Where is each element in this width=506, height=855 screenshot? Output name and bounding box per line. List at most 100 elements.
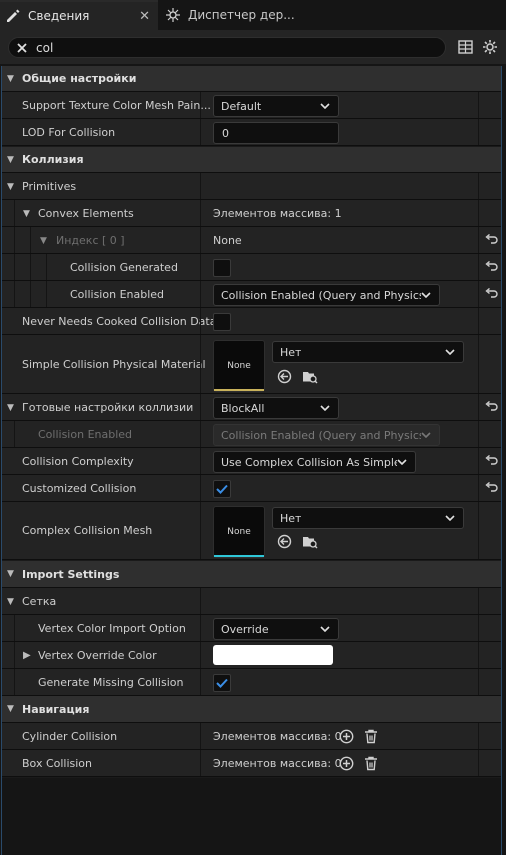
vertex-override-color-swatch[interactable] xyxy=(213,645,333,665)
category-navigation[interactable]: ▼ Навигация xyxy=(2,696,501,723)
chevron-right-icon: ▶ xyxy=(23,650,31,661)
property-label: Never Needs Cooked Collision Data xyxy=(22,314,217,328)
property-label: Индекс [ 0 ] xyxy=(56,233,125,247)
property-label: Customized Collision xyxy=(22,481,137,495)
trash-icon[interactable] xyxy=(363,755,379,771)
tab-outliner[interactable]: Диспетчер дер... xyxy=(160,0,310,30)
panel-empty-area xyxy=(1,778,502,855)
row-generate-missing-collision: Generate Missing Collision xyxy=(2,669,501,696)
property-label: Primitives xyxy=(22,179,77,193)
collision-enabled-dropdown[interactable]: Collision Enabled (Query and Physics) xyxy=(213,284,440,306)
property-label: Complex Collision Mesh xyxy=(22,524,153,537)
tab-details[interactable]: Сведения ✕ xyxy=(0,0,158,30)
reset-arrow-icon[interactable] xyxy=(484,287,498,301)
chevron-down-icon: ▼ xyxy=(7,154,14,165)
property-label: LOD For Collision xyxy=(22,125,116,139)
property-label: Generate Missing Collision xyxy=(38,675,184,689)
property-label: Convex Elements xyxy=(38,206,134,220)
array-count: Элементов массива: 1 xyxy=(213,206,342,220)
row-customized-collision: Customized Collision xyxy=(2,475,501,502)
category-collision[interactable]: ▼ Коллизия xyxy=(2,147,501,173)
collision-complexity-dropdown[interactable]: Use Complex Collision As Simple xyxy=(213,451,416,473)
tab-label: Диспетчер дер... xyxy=(188,8,295,22)
property-label: Cylinder Collision xyxy=(22,729,118,743)
chevron-down-icon xyxy=(421,290,431,300)
customized-collision-checkbox[interactable] xyxy=(213,480,231,498)
row-mesh[interactable]: ▼ Сетка xyxy=(2,588,501,615)
category-general[interactable]: ▼ Общие настройки xyxy=(2,66,501,92)
collision-preset-dropdown[interactable]: BlockAll xyxy=(213,397,339,419)
array-count: Элементов массива: 0 xyxy=(213,729,342,743)
add-element-icon[interactable] xyxy=(338,755,354,771)
chevron-down-icon: ▼ xyxy=(7,73,14,84)
reset-arrow-icon[interactable] xyxy=(484,481,498,495)
reset-arrow-icon[interactable] xyxy=(484,400,498,414)
never-cooked-checkbox[interactable] xyxy=(213,313,231,331)
index-value: None xyxy=(213,233,242,247)
support-texture-dropdown[interactable]: Default xyxy=(213,95,339,117)
vertex-color-import-dropdown[interactable]: Override xyxy=(213,618,339,640)
gear-icon[interactable] xyxy=(481,38,499,56)
row-collision-generated: Collision Generated xyxy=(2,254,501,281)
trash-icon[interactable] xyxy=(363,728,379,744)
property-label: Vertex Color Import Option xyxy=(38,621,186,635)
row-index-0[interactable]: ▼ Индекс [ 0 ] None xyxy=(2,227,501,254)
generate-missing-collision-checkbox[interactable] xyxy=(213,674,231,692)
row-never-cooked: Never Needs Cooked Collision Data xyxy=(2,308,501,335)
property-label: Support Texture Color Mesh Pain... xyxy=(22,98,211,112)
asset-thumbnail[interactable]: None xyxy=(213,506,265,558)
chevron-down-icon xyxy=(320,403,330,413)
table-view-icon[interactable] xyxy=(456,38,474,56)
close-icon[interactable]: ✕ xyxy=(139,9,150,24)
chevron-down-icon: ▼ xyxy=(40,236,47,246)
property-label: Collision Complexity xyxy=(22,454,134,468)
preset-collision-enabled-dropdown: Collision Enabled (Query and Physics) xyxy=(213,424,440,446)
row-primitives[interactable]: ▼ Primitives xyxy=(2,173,501,200)
property-label: Сетка xyxy=(22,594,57,608)
world-outliner-icon xyxy=(164,6,182,24)
phys-material-picker[interactable]: Нет xyxy=(272,341,464,363)
browse-folder-icon[interactable] xyxy=(302,533,318,549)
chevron-down-icon xyxy=(320,101,330,111)
category-title: Навигация xyxy=(22,702,90,716)
row-convex-elements[interactable]: ▼ Convex Elements Элементов массива: 1 xyxy=(2,200,501,227)
row-cylinder-collision: Cylinder Collision Элементов массива: 0 xyxy=(2,723,501,750)
pencil-icon xyxy=(4,7,22,25)
reset-arrow-icon[interactable] xyxy=(484,454,498,468)
property-label: Box Collision xyxy=(22,756,93,770)
property-label: Simple Collision Physical Material xyxy=(22,357,206,371)
use-selected-arrow-icon[interactable] xyxy=(276,368,292,384)
checkmark-icon xyxy=(216,678,228,688)
collision-mesh-picker[interactable]: Нет xyxy=(272,507,464,529)
row-collision-enabled: Collision Enabled Collision Enabled (Que… xyxy=(2,281,501,308)
reset-arrow-icon[interactable] xyxy=(484,233,498,247)
property-label: Collision Enabled xyxy=(70,287,165,301)
chevron-down-icon xyxy=(445,347,455,357)
category-title: Import Settings xyxy=(22,567,120,581)
category-import-settings[interactable]: ▼ Import Settings xyxy=(2,561,501,588)
chevron-down-icon: ▼ xyxy=(7,704,14,714)
property-label: Collision Generated xyxy=(70,260,178,274)
row-complex-collision-mesh: Complex Collision Mesh None Нет xyxy=(2,502,501,560)
clear-search-icon[interactable] xyxy=(15,41,29,55)
chevron-down-icon xyxy=(397,457,407,467)
checkmark-icon xyxy=(216,484,228,494)
row-collision-complexity: Collision Complexity Use Complex Collisi… xyxy=(2,448,501,475)
row-collision-presets[interactable]: ▼ Готовые настройки коллизии BlockAll xyxy=(2,394,501,421)
add-element-icon[interactable] xyxy=(338,728,354,744)
row-support-texture: Support Texture Color Mesh Pain... Defau… xyxy=(2,92,501,119)
search-input[interactable]: col xyxy=(8,37,446,58)
tab-label: Сведения xyxy=(28,9,90,23)
chevron-down-icon: ▼ xyxy=(7,569,14,579)
reset-arrow-icon[interactable] xyxy=(484,260,498,274)
asset-thumbnail[interactable]: None xyxy=(213,340,265,392)
array-count: Элементов массива: 0 xyxy=(213,756,342,770)
property-label: Vertex Override Color xyxy=(38,648,157,662)
collision-generated-checkbox[interactable] xyxy=(213,259,231,277)
chevron-down-icon xyxy=(445,513,455,523)
row-vertex-override-color[interactable]: ▶ Vertex Override Color xyxy=(2,642,501,669)
chevron-down-icon xyxy=(320,624,330,634)
lod-collision-field[interactable]: 0 xyxy=(213,122,339,144)
use-selected-arrow-icon[interactable] xyxy=(276,533,292,549)
browse-folder-icon[interactable] xyxy=(302,368,318,384)
